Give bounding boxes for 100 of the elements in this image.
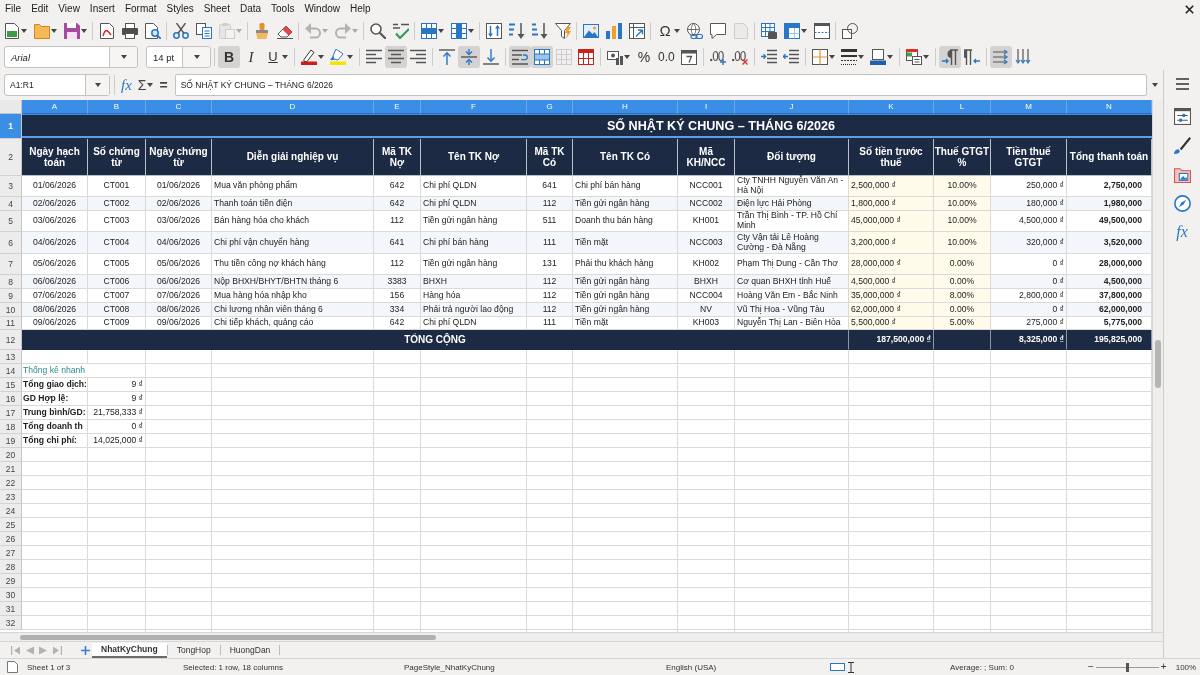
- row-header[interactable]: 12: [0, 330, 22, 350]
- menu-item[interactable]: Format: [119, 2, 162, 16]
- table-cell: Chi tiếp khách, quảng cáo: [212, 317, 374, 330]
- zoom-slider-thumb[interactable]: [1125, 662, 1129, 672]
- row-header[interactable]: 24: [0, 504, 22, 518]
- caret-icon: [828, 55, 835, 59]
- menu-item[interactable]: Insert: [84, 2, 120, 16]
- font-size-field[interactable]: 14 pt: [146, 46, 211, 68]
- row-header[interactable]: 4: [0, 197, 22, 211]
- table-cell: 180,000 ₫: [991, 197, 1067, 211]
- row-header[interactable]: 14: [0, 364, 22, 378]
- row-header[interactable]: 8: [0, 275, 22, 289]
- menu-item[interactable]: Tools: [266, 2, 300, 16]
- table-cell: 45,000,000 ₫: [849, 211, 934, 232]
- row-header[interactable]: 7: [0, 254, 22, 275]
- table-cell: 112: [527, 289, 573, 303]
- bold-button[interactable]: B: [218, 46, 240, 68]
- caret-icon: [147, 83, 154, 87]
- table-cell: Chi phí vận chuyển hàng: [212, 232, 374, 254]
- formula-button[interactable]: =: [157, 74, 170, 96]
- align-center-button[interactable]: [385, 46, 407, 68]
- row-header[interactable]: 25: [0, 518, 22, 532]
- outdent-icon: [782, 49, 799, 65]
- table-cell: 4,500,000 ₫: [849, 275, 934, 289]
- add-sheet-button[interactable]: [78, 644, 92, 656]
- menu-item[interactable]: File: [0, 2, 27, 16]
- align-middle-button[interactable]: [458, 46, 480, 68]
- row-header[interactable]: 5: [0, 211, 22, 232]
- scrollbar-thumb[interactable]: [20, 634, 436, 640]
- row-header[interactable]: 17: [0, 406, 22, 420]
- row-header[interactable]: 22: [0, 476, 22, 490]
- align-bottom-button[interactable]: [480, 46, 502, 68]
- row-header[interactable]: 26: [0, 532, 22, 546]
- sheet-tab[interactable]: HuongDan: [220, 642, 280, 658]
- underline-button[interactable]: U: [262, 46, 291, 68]
- table-cell: Nộp BHXH/BHYT/BHTN tháng 6: [212, 275, 374, 289]
- horizontal-scrollbar[interactable]: [0, 632, 1163, 641]
- menu-icon[interactable]: [1175, 78, 1189, 90]
- row-header[interactable]: 29: [0, 574, 22, 588]
- number-format-button[interactable]: 0.0: [655, 46, 678, 68]
- italic-button[interactable]: I: [240, 46, 262, 68]
- sheet-tab[interactable]: NhatKyChung: [92, 642, 167, 658]
- table-cell: Hoàng Văn Em - Bắc Ninh: [735, 289, 849, 303]
- sum-button[interactable]: Σ: [135, 74, 156, 96]
- menu-item[interactable]: Data: [234, 2, 267, 16]
- row-header[interactable]: 18: [0, 420, 22, 434]
- row-header[interactable]: 19: [0, 434, 22, 448]
- table-cell: Phải trả người lao động: [421, 303, 527, 317]
- row-header[interactable]: 23: [0, 490, 22, 504]
- name-box[interactable]: A1:R1: [4, 74, 110, 96]
- row-header[interactable]: 6: [0, 232, 22, 254]
- menu-item[interactable]: View: [53, 2, 85, 16]
- row-header[interactable]: 11: [0, 317, 22, 330]
- table-cell: Cty TNHH Nguyễn Văn An - Hà Nội: [735, 176, 849, 197]
- merge-center-button[interactable]: [531, 46, 553, 68]
- scrollbar-thumb[interactable]: [1155, 340, 1161, 388]
- row-header[interactable]: 2: [0, 139, 22, 176]
- row-header[interactable]: 27: [0, 546, 22, 560]
- menu-item[interactable]: Sheet: [198, 2, 235, 16]
- menu-item[interactable]: Help: [345, 2, 376, 16]
- formula-input-field[interactable]: SỐ NHẬT KÝ CHUNG – THÁNG 6/2026: [174, 74, 1147, 96]
- row-header[interactable]: 31: [0, 602, 22, 616]
- table-cell: 112: [527, 275, 573, 289]
- row-header[interactable]: 20: [0, 448, 22, 462]
- row-header[interactable]: 13: [0, 350, 22, 364]
- function-wizard-button[interactable]: fx: [119, 74, 134, 96]
- percent-button[interactable]: %: [633, 46, 655, 68]
- triangle-right-icon: [38, 645, 48, 655]
- table-cell: 275,000 ₫: [991, 317, 1067, 330]
- row-header[interactable]: 9: [0, 289, 22, 303]
- row-header[interactable]: 30: [0, 588, 22, 602]
- table-cell: NV: [678, 303, 735, 317]
- close-icon[interactable]: [1185, 4, 1194, 14]
- special-character-button[interactable]: Ω: [653, 20, 683, 42]
- caret-icon: [21, 29, 27, 33]
- vertical-scrollbar[interactable]: [1152, 100, 1163, 632]
- menu-item[interactable]: Window: [299, 2, 345, 16]
- table-condition-icon: [905, 49, 922, 65]
- highlight-button[interactable]: [327, 46, 356, 68]
- functions-button[interactable]: fx: [1170, 220, 1194, 244]
- align-top-button[interactable]: [436, 46, 458, 68]
- row-header[interactable]: 10: [0, 303, 22, 317]
- menu-item[interactable]: Edit: [26, 2, 54, 16]
- row-header[interactable]: 15: [0, 378, 22, 392]
- table-arrows-icon: [629, 23, 645, 39]
- zoom-level[interactable]: 100%: [1175, 662, 1197, 672]
- zoom-out-button[interactable]: −: [1086, 661, 1096, 673]
- wrap-text-button[interactable]: [509, 46, 531, 68]
- row-header[interactable]: 3: [0, 176, 22, 197]
- row-header[interactable]: 21: [0, 462, 22, 476]
- zoom-in-button[interactable]: +: [1158, 661, 1169, 673]
- menu-item[interactable]: Styles: [161, 2, 199, 16]
- left-to-right-button[interactable]: [938, 46, 961, 68]
- table-header-cell: Ngày chứng từ: [146, 139, 212, 176]
- row-header[interactable]: 16: [0, 392, 22, 406]
- sheet-tab[interactable]: TongHop: [167, 642, 220, 658]
- font-name-field[interactable]: Arial: [4, 46, 138, 68]
- row-header[interactable]: 32: [0, 616, 22, 630]
- row-header[interactable]: 28: [0, 560, 22, 574]
- text-direction-button[interactable]: [989, 46, 1012, 68]
